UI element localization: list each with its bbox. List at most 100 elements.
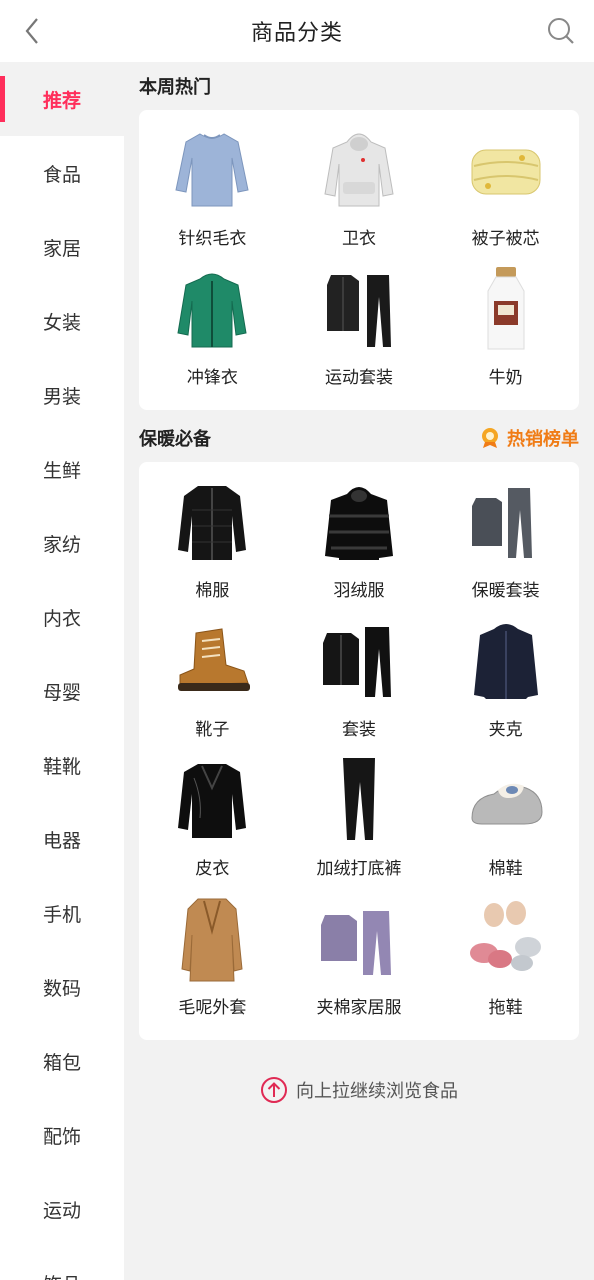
category-tile-hoodie[interactable]: 卫衣 [286, 124, 433, 263]
pull-up-hint[interactable]: 向上拉继续浏览食品 [139, 1076, 579, 1104]
category-tile-padded-loungewear[interactable]: 夹棉家居服 [286, 893, 433, 1032]
sidebar-item-digital[interactable]: 数码 [0, 950, 124, 1024]
sidebar-item-home[interactable]: 家居 [0, 210, 124, 284]
top-bar: 商品分类 [0, 0, 594, 62]
category-label: 棉鞋 [488, 859, 523, 879]
category-label: 被子被芯 [471, 229, 540, 249]
sidebar-item-textile[interactable]: 家纺 [0, 506, 124, 580]
category-tile-fleece-leggings[interactable]: 加绒打底裤 [286, 754, 433, 893]
sidebar-item-label: 内衣 [42, 607, 81, 630]
leggings-icon [314, 754, 404, 846]
weekly-hot-grid: 针织毛衣 卫衣 被子被芯 冲锋衣 运动套装 牛奶 [139, 110, 579, 410]
category-tile-down-jacket[interactable]: 羽绒服 [286, 476, 433, 615]
category-label: 运动套装 [324, 368, 393, 388]
tracksuit-icon [314, 615, 404, 707]
category-tile-padded-jacket[interactable]: 棉服 [139, 476, 286, 615]
category-tile-slippers[interactable]: 拖鞋 [432, 893, 579, 1032]
sidebar-item-women[interactable]: 女装 [0, 284, 124, 358]
category-tile-tracksuit[interactable]: 套装 [286, 615, 433, 754]
sidebar-item-accessories[interactable]: 配饰 [0, 1098, 124, 1172]
category-label: 牛奶 [488, 368, 523, 388]
category-tile-thermal-set[interactable]: 保暖套装 [432, 476, 579, 615]
sidebar-item-label: 母婴 [42, 681, 81, 704]
sidebar-item-label: 数码 [42, 977, 81, 1000]
sidebar-item-recommend[interactable]: 推荐 [0, 62, 124, 136]
down-jacket-icon [314, 476, 404, 568]
leather-jacket-icon [167, 754, 257, 846]
category-content: 本周热门 针织毛衣 卫衣 被子被芯 冲锋衣 运动套装 牛奶 保暖必备 热销榜单 … [139, 62, 579, 1104]
thermal-set-icon [461, 476, 551, 568]
sidebar-item-label: 家纺 [42, 533, 81, 556]
sidebar-item-bags[interactable]: 箱包 [0, 1024, 124, 1098]
sidebar-item-men[interactable]: 男装 [0, 358, 124, 432]
sidebar-item-label: 饰品 [43, 1270, 81, 1280]
sidebar-item-shoes[interactable]: 鞋靴 [0, 728, 124, 802]
page-title: 商品分类 [250, 21, 343, 46]
category-label: 卫衣 [341, 229, 376, 249]
section-title: 本周热门 [139, 77, 211, 98]
warm-essentials-grid: 棉服 羽绒服 保暖套装 靴子 套装 夹克 皮衣 加绒打底裤 棉鞋 毛呢外套 夹棉… [139, 462, 579, 1040]
category-tile-boots[interactable]: 靴子 [139, 615, 286, 754]
category-label: 针织毛衣 [178, 229, 247, 249]
loungewear-icon [314, 893, 404, 985]
category-label: 套装 [341, 720, 376, 740]
sidebar-item-label: 生鲜 [42, 459, 81, 482]
search-icon[interactable] [546, 16, 576, 46]
sidebar-item-fresh[interactable]: 生鲜 [0, 432, 124, 506]
bestseller-link[interactable]: 热销榜单 [479, 425, 579, 451]
category-label: 羽绒服 [333, 581, 385, 601]
sidebar-item-label: 家居 [42, 237, 81, 260]
category-tile-sportswear-set[interactable]: 运动套装 [286, 263, 433, 402]
sidebar-item-label: 推荐 [42, 89, 81, 112]
sidebar-item-label: 男装 [42, 385, 81, 408]
hoodie-icon [314, 124, 404, 216]
sidebar-item-baby[interactable]: 母婴 [0, 654, 124, 728]
category-tile-cotton-shoes[interactable]: 棉鞋 [432, 754, 579, 893]
bestseller-label: 热销榜单 [507, 429, 579, 450]
category-label: 靴子 [195, 720, 230, 740]
section-header-weekly: 本周热门 [139, 62, 579, 110]
category-tile-wool-coat[interactable]: 毛呢外套 [139, 893, 286, 1032]
sidebar-item-label: 食品 [42, 163, 81, 186]
sidebar-item-appliances[interactable]: 电器 [0, 802, 124, 876]
category-tile-milk[interactable]: 牛奶 [432, 263, 579, 402]
sweater-icon [167, 124, 257, 216]
sidebar-item-underwear[interactable]: 内衣 [0, 580, 124, 654]
sportswear-set-icon [314, 263, 404, 355]
category-label: 毛呢外套 [178, 998, 247, 1018]
category-tile-windbreaker[interactable]: 冲锋衣 [139, 263, 286, 402]
sidebar-item-phones[interactable]: 手机 [0, 876, 124, 950]
category-label: 拖鞋 [488, 998, 523, 1018]
category-tile-sweater[interactable]: 针织毛衣 [139, 124, 286, 263]
quilt-icon [461, 124, 551, 216]
category-label: 加绒打底裤 [316, 859, 402, 879]
category-tile-jacket[interactable]: 夹克 [432, 615, 579, 754]
section-title: 保暖必备 [139, 429, 211, 450]
medal-icon [482, 428, 498, 448]
sidebar-item-label: 运动 [42, 1199, 81, 1222]
category-tile-quilt[interactable]: 被子被芯 [432, 124, 579, 263]
slipper-icon [461, 893, 551, 985]
sidebar-item-label: 配饰 [42, 1125, 81, 1148]
sidebar-item-food[interactable]: 食品 [0, 136, 124, 210]
category-sidebar: 推荐 食品 家居 女装 男装 生鲜 家纺 内衣 母婴 鞋靴 电器 手机 数码 箱… [0, 62, 124, 1280]
sidebar-item-label: 电器 [42, 829, 81, 852]
jacket-icon [461, 615, 551, 707]
category-tile-leather-jacket[interactable]: 皮衣 [139, 754, 286, 893]
sidebar-item-sports[interactable]: 运动 [0, 1172, 124, 1246]
sidebar-item-label: 箱包 [42, 1051, 81, 1074]
category-label: 棉服 [195, 581, 230, 601]
milk-bottle-icon [461, 263, 551, 355]
pull-up-hint-text: 向上拉继续浏览食品 [296, 1081, 458, 1102]
arrow-up-circle-icon [261, 1077, 287, 1103]
padded-jacket-icon [167, 476, 257, 568]
boot-icon [167, 615, 257, 707]
category-label: 保暖套装 [471, 581, 540, 601]
back-icon[interactable] [18, 16, 48, 46]
sidebar-item-label: 女装 [42, 311, 81, 334]
section-header-warm: 保暖必备 热销榜单 [139, 414, 579, 462]
category-label: 夹棉家居服 [316, 998, 402, 1018]
sidebar-item-jewelry[interactable]: 饰品 [0, 1246, 124, 1280]
sidebar-item-label: 手机 [42, 903, 81, 926]
cotton-shoe-icon [461, 754, 551, 846]
